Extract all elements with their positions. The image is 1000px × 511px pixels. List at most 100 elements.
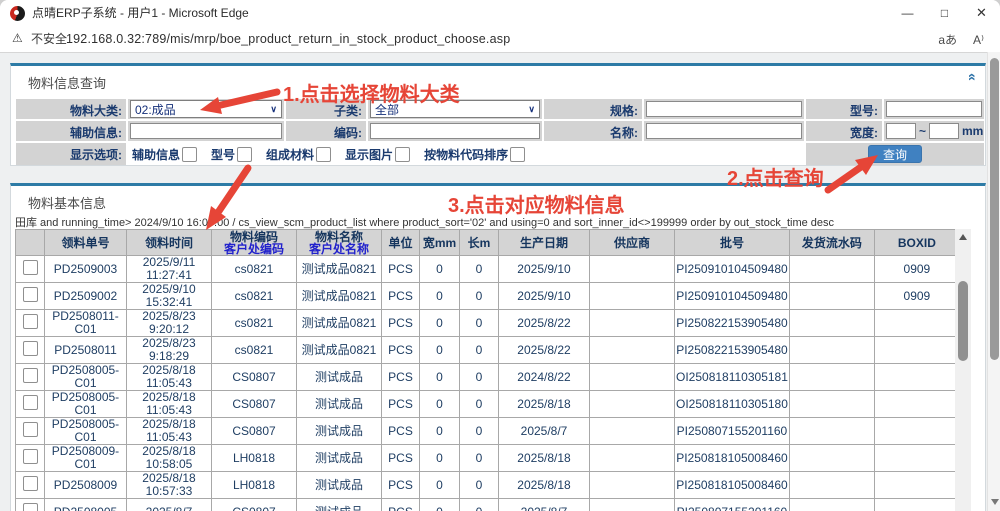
url-text[interactable]: 192.168.0.32:789/mis/mrp/boe_product_ret… [66,27,510,52]
cell-unit: PCS [382,310,420,337]
table-row[interactable]: PD2508009-C012025/8/18 10:58:05LH0818测试成… [16,445,960,472]
material-category-select[interactable]: 02:成品 ∨ [130,100,282,118]
width-max-input[interactable] [929,123,959,139]
table-row[interactable]: PD2508005-C012025/8/18 11:05:43CS0807测试成… [16,418,960,445]
cell-width: 0 [420,337,460,364]
table-scrollbar[interactable] [955,229,971,511]
row-checkbox[interactable] [23,260,38,275]
close-button[interactable]: ✕ [963,0,1000,27]
row-select-cell [16,337,45,364]
not-secure-label[interactable]: 不安全 [31,27,67,52]
cell-code: LH0818 [212,445,297,472]
cell-supplier [590,310,675,337]
name-label: 名称: [544,121,642,141]
cell-order_no: PD2508009-C01 [45,445,127,472]
minimize-button[interactable]: — [889,0,926,27]
cell-time: 2025/9/11 11:27:41 [127,256,212,283]
column-header: 长m [460,230,499,256]
display-option-label: 显示图片 [345,146,393,163]
spec-label: 规格: [544,99,642,119]
aux-info-input[interactable] [130,123,282,139]
row-checkbox[interactable] [23,314,38,329]
cell-code: cs0821 [212,337,297,364]
table-row[interactable]: PD2508011-C012025/8/23 9:20:12cs0821测试成品… [16,310,960,337]
row-select-cell [16,445,45,472]
cell-unit: PCS [382,283,420,310]
page-scrollbar-thumb[interactable] [990,58,999,360]
collapse-panel-icon[interactable]: « [966,73,980,81]
table-scrollbar-thumb[interactable] [958,281,968,361]
cell-name: 测试成品 [297,472,382,499]
cell-prod_date: 2025/9/10 [499,256,590,283]
column-header: 发货流水码 [789,230,874,256]
table-row[interactable]: PD25080112025/8/23 9:18:29cs0821测试成品0821… [16,337,960,364]
cell-name: 测试成品0821 [297,337,382,364]
row-checkbox[interactable] [23,476,38,491]
page-scrollbar[interactable] [987,52,1000,511]
cell-supplier [590,499,675,511]
search-button[interactable]: 查询 [868,145,922,163]
table-row[interactable]: PD25090022025/9/10 15:32:41cs0821测试成品082… [16,283,960,310]
row-checkbox[interactable] [23,395,38,410]
row-select-cell [16,472,45,499]
cell-time: 2025/8/18 10:58:05 [127,445,212,472]
model-input[interactable] [886,101,982,117]
row-checkbox[interactable] [23,287,38,302]
row-checkbox[interactable] [23,503,38,511]
cell-name: 测试成品0821 [297,283,382,310]
maximize-button[interactable]: □ [926,0,963,27]
display-option-label: 辅助信息 [132,146,180,163]
window-title: 点晴ERP子系统 - 用户1 - Microsoft Edge [32,0,249,27]
not-secure-warning-icon[interactable]: ⚠ [12,31,23,45]
display-option-checkbox-image[interactable] [395,147,410,162]
display-option-checkbox-model[interactable] [237,147,252,162]
column-header: 物料编码客户处编码 [212,230,297,256]
cell-order_no: PD2508005-C01 [45,364,127,391]
display-option-checkbox-aux[interactable] [182,147,197,162]
width-range-separator: ~ [919,124,926,138]
row-checkbox[interactable] [23,422,38,437]
cell-box_id: 0909 [874,283,959,310]
scroll-down-icon[interactable] [991,499,999,505]
chevron-down-icon: ∨ [270,104,277,115]
read-aloud-icon[interactable]: A⁾ [973,33,984,47]
cell-prod_date: 2025/8/22 [499,337,590,364]
width-min-input[interactable] [886,123,916,139]
annotation-step3: 3.点击对应物料信息 [448,189,625,218]
column-header: 领料时间 [127,230,212,256]
cell-ship_code [789,283,874,310]
cell-length: 0 [460,418,499,445]
results-panel-title: 物料基本信息 [28,193,106,212]
column-header: 物料名称客户处名称 [297,230,382,256]
cell-order_no: PD2508005-C01 [45,391,127,418]
row-select-cell [16,310,45,337]
display-option-label: 型号 [211,146,235,163]
cell-width: 0 [420,283,460,310]
cell-ship_code [789,337,874,364]
table-row[interactable]: PD2508005-C012025/8/18 11:05:43CS0807测试成… [16,364,960,391]
cell-ship_code [789,391,874,418]
column-subheader: 客户处名称 [298,243,380,255]
display-option-checkbox-materials[interactable] [316,147,331,162]
display-option-checkbox-sort[interactable] [510,147,525,162]
table-row[interactable]: PD25080052025/8/7CS0807测试成品PCS002025/8/7… [16,499,960,511]
translate-icon[interactable]: aあ [938,31,957,48]
cell-time: 2025/8/18 11:05:43 [127,391,212,418]
spec-input[interactable] [646,101,802,117]
cell-supplier [590,418,675,445]
name-input[interactable] [646,123,802,139]
row-checkbox[interactable] [23,449,38,464]
cell-unit: PCS [382,472,420,499]
cell-time: 2025/8/23 9:18:29 [127,337,212,364]
cell-width: 0 [420,445,460,472]
table-row[interactable]: PD25090032025/9/11 11:27:41cs0821测试成品082… [16,256,960,283]
results-panel: 物料基本信息 田库 and running_time> 2024/9/10 16… [10,183,986,511]
row-checkbox[interactable] [23,341,38,356]
table-row[interactable]: PD25080092025/8/18 10:57:33LH0818测试成品PCS… [16,472,960,499]
code-input[interactable] [370,123,540,139]
aux-info-label: 辅助信息: [16,121,126,141]
table-row[interactable]: PD2508005-C012025/8/18 11:05:43CS0807测试成… [16,391,960,418]
row-checkbox[interactable] [23,368,38,383]
scroll-up-icon[interactable] [959,234,967,240]
cell-code: CS0807 [212,499,297,511]
